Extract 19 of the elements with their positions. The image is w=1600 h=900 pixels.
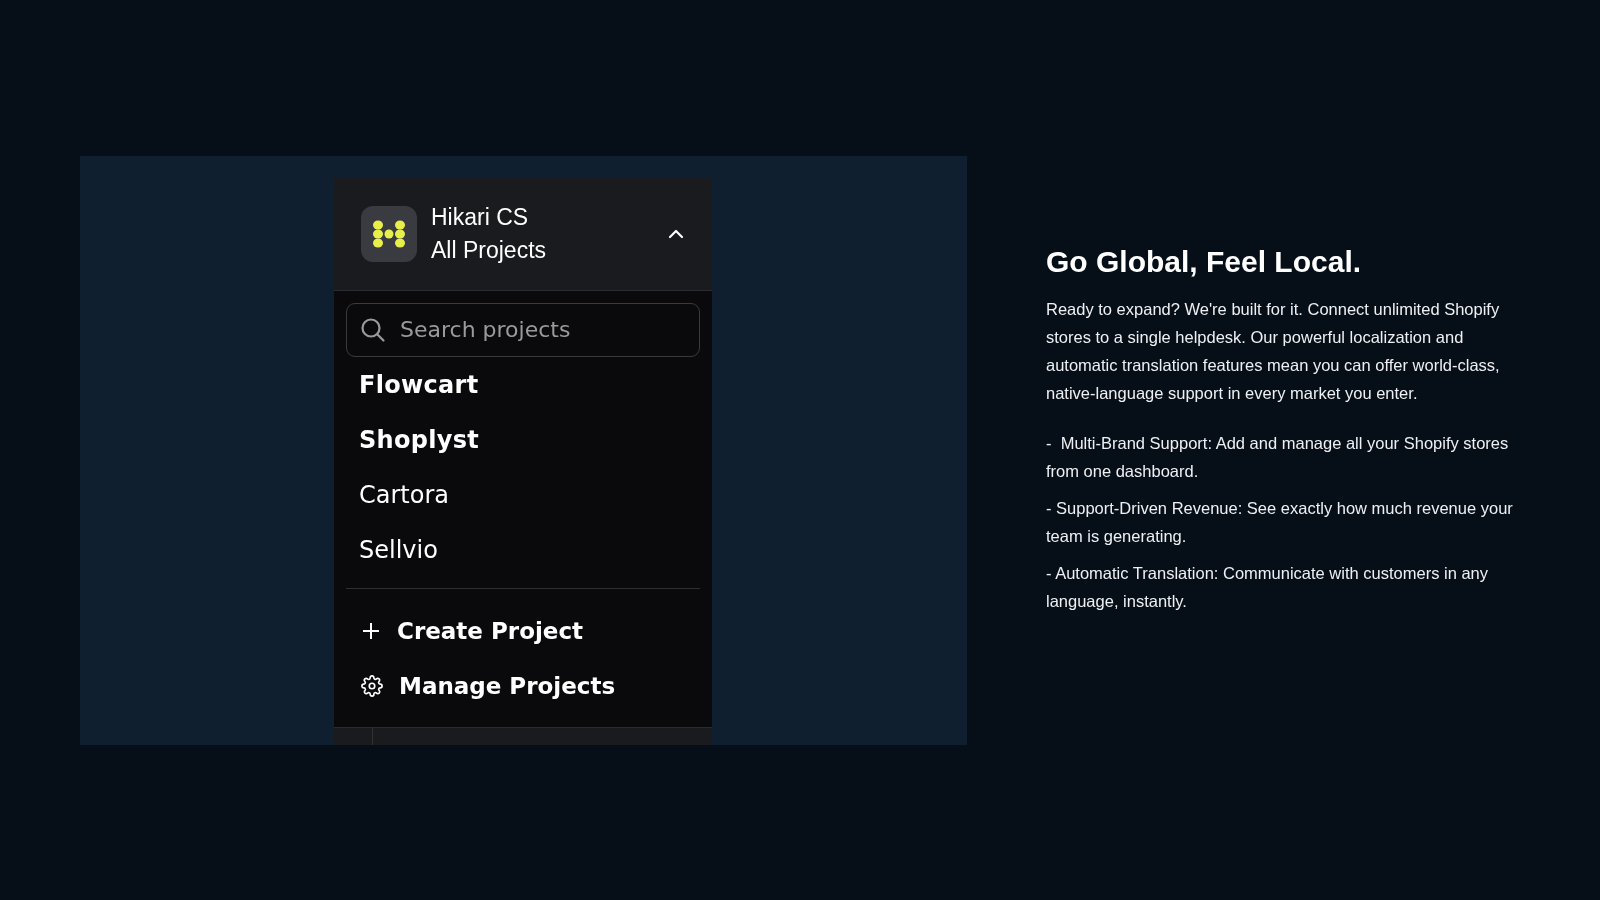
project-scope: All Projects [431, 236, 547, 264]
settings-icon [361, 675, 383, 698]
search-icon [360, 316, 386, 343]
project-item[interactable]: Flowcart [359, 371, 479, 400]
logo-icon [361, 205, 417, 262]
feature-text: - Multi-Brand Support: Add and manage all your Shopify stores from one dashboard. [1046, 433, 1510, 482]
project-item[interactable]: Shoplyst [359, 426, 480, 455]
feature-text: - Automatic Translation: Communicate with customers in any language, instantly. [1046, 563, 1489, 612]
intro-paragraph: Ready to expand? We're built for it. Connect unlimited Shopify stores to a single helpdesk. Our powerful localization and automatic translation features mean you can offer world-class, native-language support in every market you enter. [1046, 299, 1501, 404]
plus-icon [361, 621, 381, 642]
project-item[interactable]: Sellvio [359, 536, 438, 565]
feature-text: - Support-Driven Revenue: See exactly how much revenue your team is generating. [1046, 498, 1514, 547]
search-field[interactable]: Search projects [346, 302, 700, 357]
workspace-name: Hikari CS [431, 203, 529, 231]
project-switcher-header[interactable]: Hikari CS All Projects [334, 178, 712, 290]
section-heading: Go Global, Feel Local. [1046, 245, 1363, 279]
create-project-button[interactable]: Create Project [346, 603, 590, 659]
manage-projects-button[interactable]: Manage Projects [346, 658, 622, 714]
project-item[interactable]: Cartora [359, 481, 449, 510]
